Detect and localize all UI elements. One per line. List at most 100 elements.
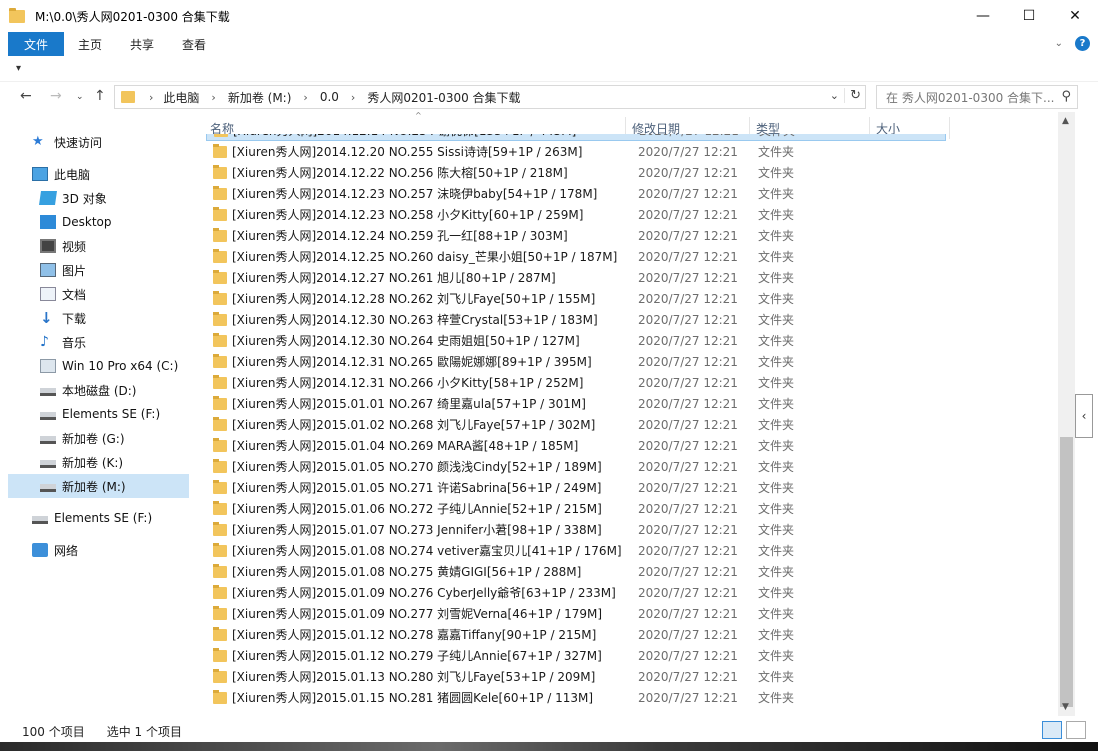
table-row[interactable]: [Xiuren秀人网]2015.01.04 NO.269 MARA酱[48+1P… (206, 435, 946, 456)
sidebar-item-this-pc[interactable]: 此电脑 (32, 162, 222, 186)
table-row[interactable]: [Xiuren秀人网]2015.01.08 NO.274 vetiver嘉宝贝儿… (206, 540, 946, 561)
file-name: [Xiuren秀人网]2015.01.12 NO.279 子纯儿Annie[67… (232, 649, 602, 663)
file-name: [Xiuren秀人网]2015.01.08 NO.275 黄婧GIGI[56+1… (232, 565, 582, 579)
table-row[interactable]: [Xiuren秀人网]2015.01.02 NO.268 刘飞儿Faye[57+… (206, 414, 946, 435)
close-button[interactable]: ✕ (1052, 0, 1098, 32)
file-type: 文件夹 (758, 313, 795, 327)
sidebar-item-elements-se[interactable]: Elements SE (F:) (32, 506, 222, 530)
expand-ribbon-icon[interactable]: ⌄ (1055, 38, 1063, 49)
sidebar-item-quick-access[interactable]: ★ 快速访问 (32, 130, 222, 154)
table-row[interactable]: [Xiuren秀人网]2014.12.23 NO.258 小夕Kitty[60+… (206, 204, 946, 225)
table-row[interactable]: [Xiuren秀人网]2015.01.13 NO.280 刘飞儿Faye[53+… (206, 666, 946, 687)
search-input[interactable]: 在 秀人网0201-0300 合集下... ⚲ (876, 85, 1078, 109)
table-row[interactable]: [Xiuren秀人网]2014.12.30 NO.263 梓萱Crystal[5… (206, 309, 946, 330)
folder-icon (213, 479, 227, 494)
file-date: 2020/7/27 12:21 (638, 648, 738, 663)
table-row[interactable]: [Xiuren秀人网]2014.12.31 NO.266 小夕Kitty[58+… (206, 372, 946, 393)
table-row[interactable]: [Xiuren秀人网]2015.01.07 NO.273 Jennifer小莙[… (206, 519, 946, 540)
file-name: [Xiuren秀人网]2014.12.23 NO.258 小夕Kitty[60+… (232, 208, 584, 222)
maximize-button[interactable]: ☐ (1006, 0, 1052, 32)
table-row[interactable]: [Xiuren秀人网]2015.01.06 NO.272 子纯儿Annie[52… (206, 498, 946, 519)
table-row[interactable]: [Xiuren秀人网]2014.12.25 NO.260 daisy_芒果小姐[… (206, 246, 946, 267)
breadcrumb-this-pc[interactable]: 此电脑 (163, 89, 199, 106)
table-row[interactable]: [Xiuren秀人网]2014.12.30 NO.264 史雨姐姐[50+1P … (206, 330, 946, 351)
file-date: 2020/7/27 12:21 (638, 207, 738, 222)
help-icon[interactable]: ? (1075, 36, 1090, 51)
tab-file[interactable]: 文件 (8, 32, 64, 56)
details-view-button[interactable] (1042, 721, 1062, 739)
quick-access-toolbar: ▾ (0, 56, 1098, 82)
sidebar-item-drive-m[interactable]: 新加卷 (M:) (8, 474, 189, 498)
file-date: 2020/7/27 12:21 (638, 438, 738, 453)
sidebar-item-label: 快速访问 (54, 135, 103, 150)
table-row[interactable]: [Xiuren秀人网]2014.12.27 NO.261 旭儿[80+1P / … (206, 267, 946, 288)
file-name: [Xiuren秀人网]2014.12.20 NO.255 Sissi诗诗[59+… (232, 145, 583, 159)
table-row[interactable]: [Xiuren秀人网]2015.01.08 NO.275 黄婧GIGI[56+1… (206, 561, 946, 582)
table-row[interactable]: [Xiuren秀人网]2015.01.12 NO.278 嘉嘉Tiffany[9… (206, 624, 946, 645)
file-type: 文件夹 (758, 208, 795, 222)
folder-icon (213, 143, 227, 158)
minimize-button[interactable]: — (960, 0, 1006, 32)
preview-pane-toggle[interactable]: ‹ (1075, 394, 1093, 438)
table-row[interactable]: [Xiuren秀人网]2015.01.15 NO.281 猪圆圆Kele[60+… (206, 687, 946, 708)
selection-count: 选中 1 个项目 (106, 724, 182, 739)
table-row[interactable]: [Xiuren秀人网]2014.12.22 NO.256 陈大榕[50+1P /… (206, 162, 946, 183)
video-icon (40, 239, 56, 253)
scrollbar-thumb[interactable] (1060, 437, 1073, 707)
folder-icon (9, 7, 25, 23)
table-row[interactable]: [Xiuren秀人网]2014.12.23 NO.257 沫晓伊baby[54+… (206, 183, 946, 204)
table-row[interactable]: [Xiuren秀人网]2015.01.12 NO.279 子纯儿Annie[67… (206, 645, 946, 666)
file-name: [Xiuren秀人网]2014.12.31 NO.266 小夕Kitty[58+… (232, 376, 584, 390)
folder-icon (213, 521, 227, 536)
file-type: 文件夹 (758, 544, 795, 558)
file-name: [Xiuren秀人网]2014.12.14 NO.254 谢优悌[133+1P … (233, 134, 639, 139)
tab-view[interactable]: 查看 (168, 32, 220, 56)
vertical-scrollbar[interactable]: ▲ ▼ (1058, 112, 1075, 716)
file-date: 2020/7/27 12:21 (638, 228, 738, 243)
breadcrumb-current-folder[interactable]: 秀人网0201-0300 合集下载 (367, 89, 520, 106)
up-icon[interactable]: ↑ (94, 88, 106, 104)
file-date: 2020/7/27 12:21 (638, 627, 738, 642)
scroll-down-icon[interactable]: ▼ (1062, 702, 1069, 712)
table-row[interactable]: [Xiuren秀人网]2015.01.09 NO.277 刘雪妮Verna[46… (206, 603, 946, 624)
folder-icon (213, 500, 227, 515)
breadcrumb-drive-m[interactable]: 新加卷 (M:) (228, 89, 292, 106)
address-bar[interactable]: › 此电脑 › 新加卷 (M:) › 0.0 › 秀人网0201-0300 合集… (114, 85, 866, 109)
breadcrumb-folder-00[interactable]: 0.0 (320, 90, 339, 104)
folder-icon (214, 134, 228, 137)
drive-icon (40, 388, 56, 396)
file-date: 2020/7/27 12:21 (638, 564, 738, 579)
tab-home[interactable]: 主页 (64, 32, 116, 56)
table-row[interactable]: [Xiuren秀人网]2014.12.24 NO.259 孔一红[88+1P /… (206, 225, 946, 246)
file-date: 2020/7/27 12:21 (638, 606, 738, 621)
table-row[interactable]: [Xiuren秀人网]2014.12.14 NO.254 谢优悌[133+1P … (206, 134, 946, 141)
file-date: 2020/7/27 12:21 (638, 543, 738, 558)
table-row[interactable]: [Xiuren秀人网]2014.12.28 NO.262 刘飞儿Faye[50+… (206, 288, 946, 309)
address-dropdown-icon[interactable]: ⌄ (830, 89, 839, 102)
drive-icon (40, 436, 56, 444)
forward-icon[interactable]: → (50, 88, 62, 104)
folder-icon (213, 647, 227, 662)
table-row[interactable]: [Xiuren秀人网]2014.12.20 NO.255 Sissi诗诗[59+… (206, 141, 946, 162)
sidebar-item-label: Elements SE (F:) (54, 511, 153, 525)
tab-share[interactable]: 共享 (116, 32, 168, 56)
refresh-icon[interactable]: ↻ (844, 88, 861, 103)
table-row[interactable]: [Xiuren秀人网]2015.01.05 NO.271 许诺Sabrina[5… (206, 477, 946, 498)
chevron-left-icon: ‹ (1081, 409, 1087, 423)
back-icon[interactable]: ← (20, 88, 32, 104)
recent-locations-icon[interactable]: ⌄ (76, 92, 84, 102)
file-date: 2020/7/27 12:21 (638, 165, 738, 180)
table-row[interactable]: [Xiuren秀人网]2015.01.01 NO.267 绮里嘉ula[57+1… (206, 393, 946, 414)
sidebar-item-label: 网络 (54, 543, 79, 558)
table-row[interactable]: [Xiuren秀人网]2015.01.09 NO.276 CyberJelly爺… (206, 582, 946, 603)
file-type: 文件夹 (758, 460, 795, 474)
customize-toolbar-icon[interactable]: ▾ (16, 63, 21, 74)
scroll-up-icon[interactable]: ▲ (1062, 116, 1069, 126)
file-date: 2020/7/27 12:21 (638, 522, 738, 537)
file-date: 2020/7/27 12:21 (638, 501, 738, 516)
sidebar-item-network[interactable]: 网络 (32, 538, 222, 562)
table-row[interactable]: [Xiuren秀人网]2015.01.05 NO.270 颜浅浅Cindy[52… (206, 456, 946, 477)
table-row[interactable]: [Xiuren秀人网]2014.12.31 NO.265 歐陽妮娜娜[89+1P… (206, 351, 946, 372)
search-placeholder: 在 秀人网0201-0300 合集下... (886, 90, 1055, 105)
large-icons-view-button[interactable] (1066, 721, 1086, 739)
